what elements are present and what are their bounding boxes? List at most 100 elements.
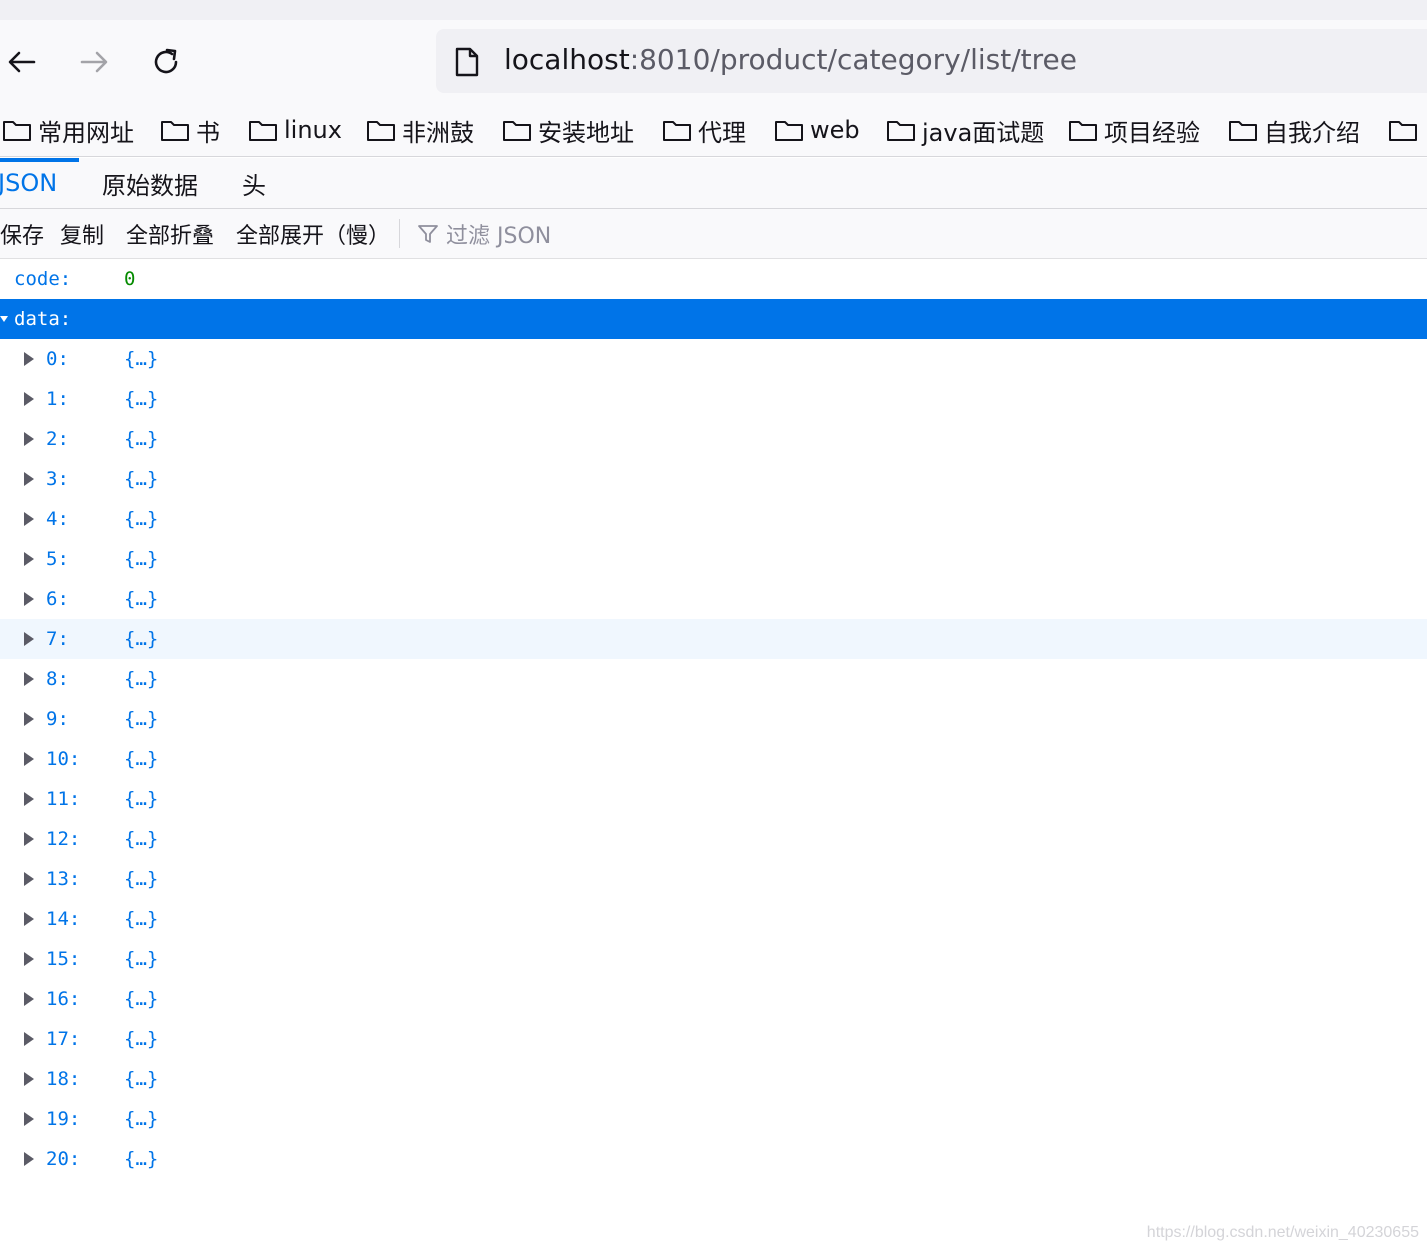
collapsed-arrow-icon[interactable] (24, 912, 34, 926)
expanded-arrow-icon[interactable] (0, 316, 8, 322)
copy-button[interactable]: 复制 (60, 209, 104, 258)
json-array-item-row[interactable]: 16: {…} (0, 979, 1427, 1019)
collapsed-arrow-icon[interactable] (24, 1072, 34, 1086)
json-array-item-row[interactable]: 3: {…} (0, 459, 1427, 499)
collapsed-arrow-icon[interactable] (24, 712, 34, 726)
bookmark-folder-project-experience[interactable]: 项目经验 (1068, 112, 1200, 148)
folder-icon (1389, 121, 1417, 141)
json-array-item-row[interactable]: 19: {…} (0, 1099, 1427, 1139)
json-value[interactable]: {…} (124, 979, 158, 1019)
collapsed-arrow-icon[interactable] (24, 512, 34, 526)
json-array-item-row[interactable]: 14: {…} (0, 899, 1427, 939)
collapsed-arrow-icon[interactable] (24, 352, 34, 366)
json-value[interactable]: {…} (124, 499, 158, 539)
json-array-item-row[interactable]: 1: {…} (0, 379, 1427, 419)
json-array-item-row[interactable]: 20: {…} (0, 1139, 1427, 1179)
json-key: 20: (46, 1148, 81, 1170)
json-array-item-row[interactable]: 13: {…} (0, 859, 1427, 899)
json-array-item-row[interactable]: 7: {…} (0, 619, 1427, 659)
json-value[interactable]: {…} (124, 1099, 158, 1139)
collapsed-arrow-icon[interactable] (24, 472, 34, 486)
bookmark-folder-common-sites[interactable]: 常用网址 (2, 112, 134, 148)
json-row-data[interactable]: data: (0, 299, 1427, 339)
bookmark-folder-java-interview[interactable]: java面试题 (886, 112, 1044, 148)
json-row-code[interactable]: code: 0 (0, 259, 1427, 299)
json-array-item-row[interactable]: 8: {…} (0, 659, 1427, 699)
url-bar[interactable]: localhost:8010/product/category/list/tre… (436, 29, 1427, 93)
json-value[interactable]: {…} (124, 419, 158, 459)
folder-icon (1229, 121, 1257, 141)
collapsed-arrow-icon[interactable] (24, 792, 34, 806)
json-array-item-row[interactable]: 18: {…} (0, 1059, 1427, 1099)
watermark: https://blog.csdn.net/weixin_40230655 (1146, 1224, 1419, 1241)
collapsed-arrow-icon[interactable] (24, 432, 34, 446)
json-array-item-row[interactable]: 0: {…} (0, 339, 1427, 379)
json-array-item-row[interactable]: 4: {…} (0, 499, 1427, 539)
bookmark-folder-books[interactable]: 书 (160, 112, 220, 148)
json-value[interactable]: {…} (124, 1139, 158, 1179)
collapsed-arrow-icon[interactable] (24, 952, 34, 966)
json-value[interactable]: {…} (124, 739, 158, 779)
json-array-item-row[interactable]: 2: {…} (0, 419, 1427, 459)
json-value[interactable]: {…} (124, 699, 158, 739)
reload-button[interactable] (148, 44, 184, 80)
json-value[interactable]: {…} (124, 779, 158, 819)
json-value[interactable]: {…} (124, 899, 158, 939)
json-value[interactable]: {…} (124, 819, 158, 859)
url-text[interactable]: localhost:8010/product/category/list/tre… (504, 42, 1077, 78)
collapsed-arrow-icon[interactable] (24, 672, 34, 686)
json-value[interactable]: {…} (124, 1059, 158, 1099)
json-value[interactable]: {…} (124, 939, 158, 979)
filter-json-input[interactable]: 过滤 JSON (416, 209, 551, 258)
json-value[interactable]: {…} (124, 459, 158, 499)
json-value[interactable]: {…} (124, 579, 158, 619)
collapsed-arrow-icon[interactable] (24, 1112, 34, 1126)
bookmark-folder-self-intro[interactable]: 自我介绍 (1228, 112, 1360, 148)
json-array-item-row[interactable]: 12: {…} (0, 819, 1427, 859)
json-value[interactable]: {…} (124, 859, 158, 899)
bookmark-folder-proxy[interactable]: 代理 (662, 112, 746, 148)
json-array-item-row[interactable]: 17: {…} (0, 1019, 1427, 1059)
collapsed-arrow-icon[interactable] (24, 392, 34, 406)
json-key: 14: (46, 908, 81, 930)
collapsed-arrow-icon[interactable] (24, 992, 34, 1006)
json-array-item-row[interactable]: 15: {…} (0, 939, 1427, 979)
tab-headers[interactable]: 头 (242, 158, 266, 208)
json-array-item-row[interactable]: 9: {…} (0, 699, 1427, 739)
bookmark-folder-african-drum[interactable]: 非洲鼓 (366, 112, 474, 148)
collapsed-arrow-icon[interactable] (24, 752, 34, 766)
json-array-item-row[interactable]: 6: {…} (0, 579, 1427, 619)
expand-all-button[interactable]: 全部展开（慢） (236, 209, 390, 258)
json-value[interactable]: {…} (124, 339, 158, 379)
folder-icon (1069, 121, 1097, 141)
json-array-item-row[interactable]: 11: {…} (0, 779, 1427, 819)
collapsed-arrow-icon[interactable] (24, 632, 34, 646)
json-value[interactable]: {…} (124, 619, 158, 659)
bookmark-label: 非洲鼓 (402, 118, 474, 147)
bookmark-folder-web[interactable]: web (774, 112, 860, 148)
bookmark-folder-install-urls[interactable]: 安装地址 (502, 112, 634, 148)
json-value[interactable]: {…} (124, 659, 158, 699)
json-value[interactable]: {…} (124, 539, 158, 579)
json-array-item-row[interactable]: 5: {…} (0, 539, 1427, 579)
save-button[interactable]: 保存 (0, 209, 44, 258)
collapsed-arrow-icon[interactable] (24, 832, 34, 846)
collapsed-arrow-icon[interactable] (24, 1152, 34, 1166)
json-value[interactable]: {…} (124, 379, 158, 419)
tab-json[interactable]: JSON (0, 158, 80, 208)
json-array-item-row[interactable]: 10: {…} (0, 739, 1427, 779)
tab-raw-data[interactable]: 原始数据 (102, 158, 198, 208)
navigation-bar: localhost:8010/product/category/list/tre… (0, 20, 1427, 104)
filter-funnel-icon (418, 224, 438, 243)
collapsed-arrow-icon[interactable] (24, 872, 34, 886)
json-value: 0 (124, 268, 136, 290)
bookmark-folder-linux[interactable]: linux (248, 112, 342, 148)
json-value[interactable]: {…} (124, 1019, 158, 1059)
back-button[interactable] (4, 44, 40, 80)
bookmark-folder-more[interactable] (1388, 112, 1424, 148)
collapsed-arrow-icon[interactable] (24, 1032, 34, 1046)
collapse-all-button[interactable]: 全部折叠 (126, 209, 214, 258)
forward-button[interactable] (76, 44, 112, 80)
collapsed-arrow-icon[interactable] (24, 592, 34, 606)
collapsed-arrow-icon[interactable] (24, 552, 34, 566)
